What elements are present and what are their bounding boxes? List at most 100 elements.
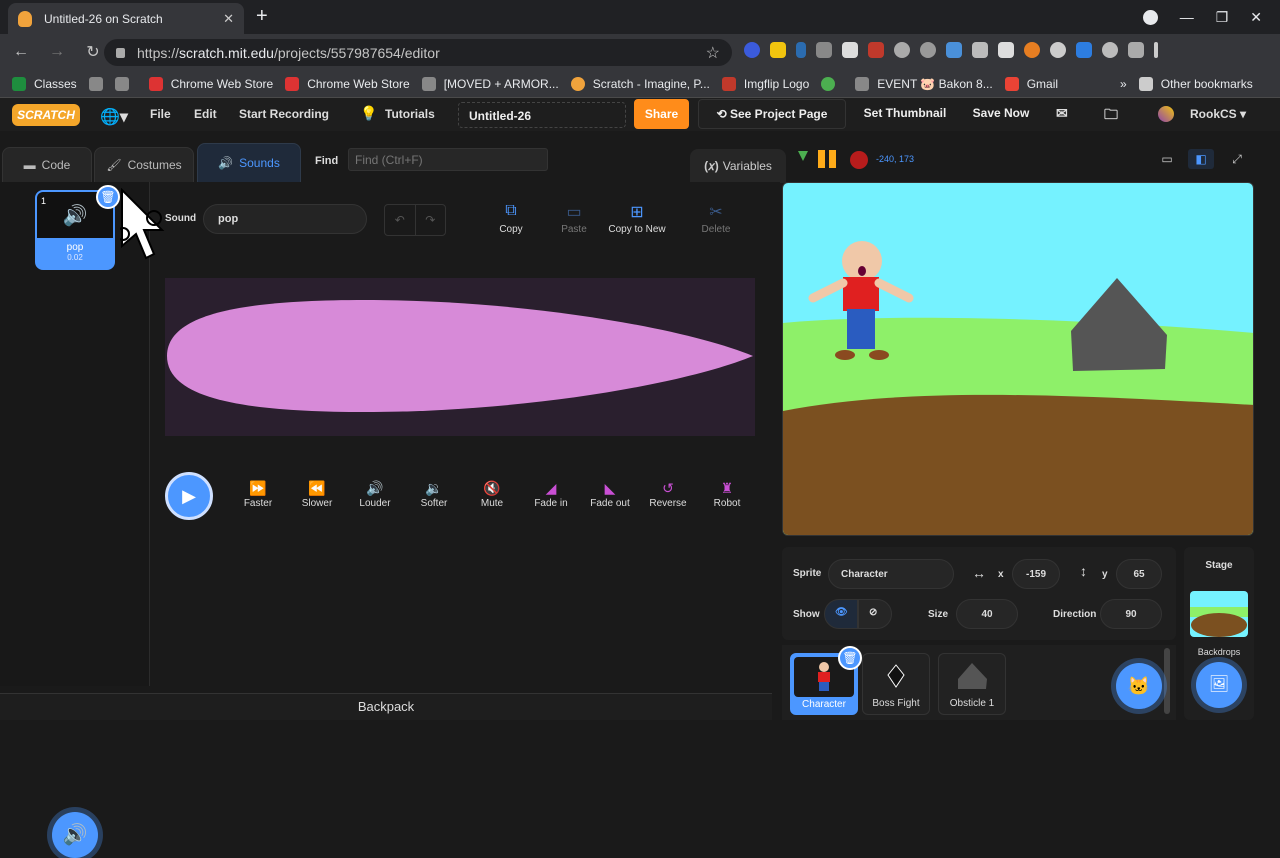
waveform-display[interactable] [165,278,755,436]
x-input[interactable]: -159 [1012,559,1060,589]
extensions-puzzle-icon[interactable] [1128,42,1144,58]
my-stuff-folder-icon[interactable]: 🗀 [1104,104,1118,128]
sprite-tile-obsticle-1[interactable]: Obsticle 1 [938,653,1006,715]
fullscreen-icon[interactable]: ⤢ [1224,149,1250,169]
effect-softer[interactable]: 🔉 Softer [404,480,464,509]
copy-button[interactable]: ⧉ Copy [476,202,546,235]
close-tab-icon[interactable]: ✕ [223,11,234,27]
extension-s-icon[interactable] [1076,42,1092,58]
save-now-button[interactable]: Save Now [964,99,1038,129]
bookmark-blank-2[interactable] [114,76,137,91]
undo-icon[interactable]: ↶ [385,205,416,235]
sound-name-input[interactable]: pop [203,204,367,234]
extension-gear-icon[interactable] [920,42,936,58]
extension-red-icon[interactable] [868,42,884,58]
effect-robot[interactable]: ♜ Robot [697,480,757,509]
show-visible-toggle[interactable]: 👁 [824,599,858,629]
bookmark-chrome-web-store-2[interactable]: Chrome Web Store [285,76,410,91]
menu-start-recording[interactable]: Start Recording [239,107,329,121]
sprite-tile-boss-fight[interactable]: Boss Fight [862,653,930,715]
bookmark-scratch[interactable]: Scratch - Imagine, P... [570,76,710,91]
stage-canvas[interactable] [782,182,1254,536]
menu-edit[interactable]: Edit [194,107,217,121]
extension-spiral-icon[interactable] [1050,42,1066,58]
tab-costumes[interactable]: 🖌 Costumes [94,147,194,183]
bookmark-imgflip[interactable]: Imgflip Logo [721,76,809,91]
effect-slower[interactable]: ⏪ Slower [287,480,347,509]
add-sound-button[interactable]: 🔊 [52,812,98,858]
address-bar[interactable]: https://scratch.mit.edu/projects/5579876… [104,39,732,66]
extension-doc-icon[interactable] [998,42,1014,58]
menu-tutorials[interactable]: Tutorials [385,107,435,121]
extension-pencil-icon[interactable] [770,42,786,58]
bookmark-blank-1[interactable] [88,76,111,91]
small-stage-icon[interactable]: ▭ [1154,149,1180,169]
stop-icon[interactable] [850,151,868,169]
user-avatar[interactable] [1158,106,1174,122]
sprite-name-input[interactable]: Character [828,559,954,589]
extension-k-icon[interactable] [744,42,760,58]
bookmarks-overflow-icon[interactable]: » [1120,77,1127,91]
bookmark-classes[interactable]: Classes [12,76,77,91]
minimize-icon[interactable]: — [1180,9,1194,25]
backpack-bar[interactable]: Backpack [0,693,772,720]
see-project-page-button[interactable]: ⟲ See Project Page [698,99,846,129]
delete-button[interactable]: ✂ Delete [681,202,751,235]
pause-icon[interactable] [818,150,836,168]
delete-sprite-button[interactable]: 🗑 [838,646,862,670]
extension-copy-icon[interactable] [972,42,988,58]
extension-r-icon[interactable] [946,42,962,58]
bookmark-chrome-web-store-1[interactable]: Chrome Web Store [148,76,273,91]
share-button[interactable]: Share [634,99,689,129]
extension-qr-icon[interactable] [816,42,832,58]
bookmark-star-icon[interactable]: ☆ [706,43,720,63]
redo-icon[interactable]: ↷ [416,205,446,235]
project-title-input[interactable]: Untitled-26 [458,102,626,128]
effect-faster[interactable]: ⏩ Faster [228,480,288,509]
tab-sounds[interactable]: 🔊 Sounds [197,143,301,183]
copy-to-new-button[interactable]: ⊞ Copy to New [602,202,672,235]
back-icon[interactable]: ← [6,43,36,61]
tab-code[interactable]: ▬ Code [2,147,92,183]
restore-icon[interactable]: ❐ [1216,9,1229,26]
forward-icon[interactable]: → [42,43,72,61]
direction-input[interactable]: 90 [1100,599,1162,629]
bookmark-event[interactable]: EVENT 🐷 Bakon 8... [855,76,993,91]
find-input[interactable] [348,148,548,171]
effect-fade-out[interactable]: ◣ Fade out [580,480,640,509]
paste-button[interactable]: ▭ Paste [539,202,609,235]
variables-button[interactable]: (𝑥) Variables [690,149,786,183]
messages-icon[interactable]: ✉ [1056,105,1068,122]
extension-orange-icon[interactable] [1024,42,1040,58]
y-input[interactable]: 65 [1116,559,1162,589]
bookmark-moved-armor[interactable]: [MOVED + ARMOR... [421,76,559,91]
bookmark-pinwheel[interactable] [821,76,843,91]
sprite-list-scrollbar[interactable] [1164,648,1170,714]
effect-louder[interactable]: 🔊 Louder [345,480,405,509]
browser-tab[interactable]: Untitled-26 on Scratch ✕ [8,3,244,34]
show-hidden-toggle[interactable]: ⊘ [858,599,892,629]
profile-icon[interactable] [1142,9,1158,25]
play-sound-button[interactable]: ▶ [165,472,213,520]
extension-image-icon[interactable] [842,42,858,58]
normal-stage-icon[interactable]: ◧ [1188,149,1214,169]
add-sprite-button[interactable]: 🐱 [1116,663,1162,709]
bookmark-gmail[interactable]: Gmail [1004,76,1058,91]
menu-dots-icon[interactable] [1154,42,1158,58]
green-flag-icon[interactable] [798,151,808,161]
close-window-icon[interactable]: ✕ [1250,9,1262,26]
size-input[interactable]: 40 [956,599,1018,629]
extension-leaf-icon[interactable] [1102,42,1118,58]
scratch-logo[interactable]: SCRATCH [12,104,80,126]
delete-sound-button[interactable]: 🗑 [96,185,120,209]
set-thumbnail-button[interactable]: Set Thumbnail [852,99,958,129]
bookmark-other[interactable]: Other bookmarks [1138,76,1253,91]
effect-fade-in[interactable]: ◢ Fade in [521,480,581,509]
effect-reverse[interactable]: ↺ Reverse [638,480,698,509]
new-tab-button[interactable]: + [256,5,268,28]
username-menu[interactable]: RookCS ▾ [1190,107,1246,121]
language-globe-icon[interactable]: 🌐▾ [100,107,128,127]
menu-file[interactable]: File [150,107,171,121]
extension-cursor-icon[interactable] [796,42,806,58]
extension-ring-icon[interactable] [894,42,910,58]
